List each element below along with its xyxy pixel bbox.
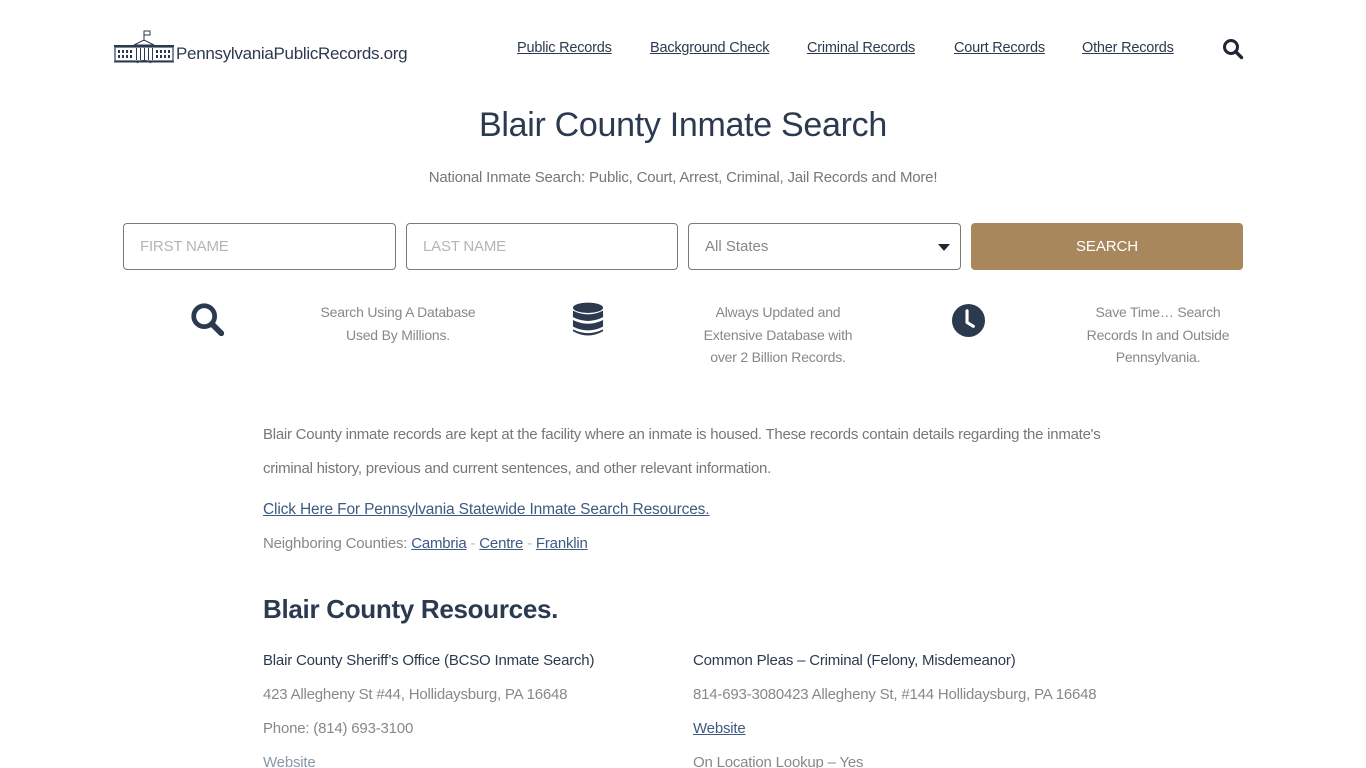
nav-background-check[interactable]: Background Check bbox=[650, 40, 770, 56]
header-search-button[interactable] bbox=[1222, 38, 1244, 60]
feature-database-text: Always Updated and Extensive Database wi… bbox=[703, 304, 853, 365]
resource-website-link[interactable]: Website bbox=[263, 754, 316, 768]
nav-other-records[interactable]: Other Records bbox=[1082, 40, 1174, 56]
search-icon bbox=[1223, 39, 1244, 60]
state-select[interactable]: All States bbox=[688, 223, 961, 270]
separator: - bbox=[470, 535, 476, 552]
state-select-value: All States bbox=[705, 238, 769, 255]
neighbor-link-cambria[interactable]: Cambria bbox=[411, 535, 466, 552]
resource-name: Common Pleas – Criminal (Felony, Misdeme… bbox=[693, 652, 1016, 669]
neighbors-label: Neighboring Counties: bbox=[263, 535, 408, 552]
feature-clock-text: Save Time… Search Records In and Outside… bbox=[1086, 304, 1230, 365]
resource-lookup: On Location Lookup – Yes bbox=[693, 754, 864, 768]
resource-phone: Phone: (814) 693-3100 bbox=[263, 720, 414, 737]
resource-address: 423 Allegheny St #44, Hollidaysburg, PA … bbox=[263, 686, 568, 703]
search-icon bbox=[191, 303, 225, 337]
database-icon bbox=[572, 302, 604, 336]
clock-icon bbox=[951, 303, 985, 337]
separator: - bbox=[527, 535, 532, 552]
neighboring-counties: Neighboring Counties: Cambria - Centre - Fra… bbox=[263, 535, 1123, 552]
site-header: PennsylvaniaPublicRecords.org Public Rec… bbox=[0, 0, 1366, 100]
resource-card: Blair County Sheriff’s Office (BCSO Inma… bbox=[263, 650, 683, 768]
resource-website-link[interactable]: Website bbox=[693, 720, 746, 737]
page-title: Blair County Inmate Search bbox=[479, 106, 887, 144]
feature-search-text: Search Using A Database Used By Millions… bbox=[320, 304, 476, 343]
statewide-inmate-search-link[interactable]: Click Here For Pennsylvania Statewide In… bbox=[263, 501, 710, 518]
intro-paragraph: Blair County inmate records are kept at … bbox=[263, 426, 1101, 477]
nav-court-records[interactable]: Court Records bbox=[954, 40, 1045, 56]
neighbor-link-centre[interactable]: Centre bbox=[479, 535, 523, 552]
caret-down-icon bbox=[938, 244, 950, 251]
feature-clock bbox=[948, 300, 988, 340]
statewide-link-container: Click Here For Pennsylvania Statewide In… bbox=[263, 501, 1123, 519]
search-button[interactable]: SEARCH bbox=[971, 223, 1243, 270]
main-nav: Public Records Background Check Criminal… bbox=[0, 40, 1366, 60]
resource-name: Blair County Sheriff’s Office (BCSO Inma… bbox=[263, 652, 595, 669]
feature-database bbox=[568, 300, 608, 340]
resources-title: Blair County Resources. bbox=[263, 594, 559, 624]
page-subtitle: National Inmate Search: Public, Court, A… bbox=[428, 169, 938, 186]
resource-address: 814-693-3080423 Allegheny St, #144 Holli… bbox=[693, 686, 1097, 703]
resource-card: Common Pleas – Criminal (Felony, Misdeme… bbox=[693, 650, 1113, 768]
feature-search bbox=[188, 300, 228, 340]
nav-criminal-records[interactable]: Criminal Records bbox=[807, 40, 915, 56]
neighbor-link-franklin[interactable]: Franklin bbox=[536, 535, 588, 552]
last-name-input[interactable] bbox=[406, 223, 678, 270]
first-name-input[interactable] bbox=[123, 223, 396, 270]
nav-public-records[interactable]: Public Records bbox=[517, 40, 612, 56]
